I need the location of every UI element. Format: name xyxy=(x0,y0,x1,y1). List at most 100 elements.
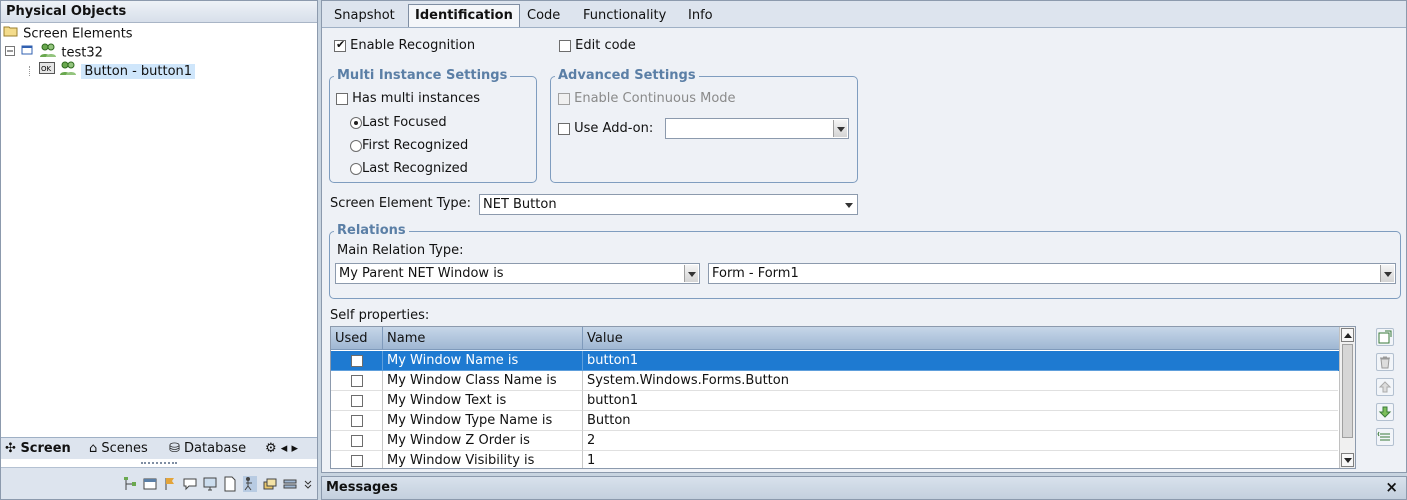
continuous-mode-label: Enable Continuous Mode xyxy=(574,91,736,106)
radio-first-recognized-label: First Recognized xyxy=(362,138,469,153)
tree-structure-icon[interactable] xyxy=(123,476,137,492)
edit-code-checkbox[interactable]: Edit code xyxy=(559,38,636,53)
enable-recognition-checkbox[interactable]: Enable Recognition xyxy=(334,38,475,53)
chevron-down-icon[interactable] xyxy=(833,120,847,137)
tab-functionality[interactable]: Functionality xyxy=(577,5,672,28)
vertical-scrollbar[interactable] xyxy=(1339,327,1355,468)
tab-overflow[interactable]: ⚙ ◂ ▸ xyxy=(265,440,298,458)
use-addon-checkbox[interactable]: Use Add-on: xyxy=(558,121,653,136)
used-cell[interactable] xyxy=(331,451,383,468)
value-cell[interactable]: System.Windows.Forms.Button xyxy=(583,371,1338,391)
move-down-icon[interactable] xyxy=(1376,403,1394,421)
value-cell[interactable]: 1 xyxy=(583,451,1338,468)
messages-title: Messages xyxy=(326,480,398,495)
scroll-down-button[interactable] xyxy=(1341,453,1354,467)
scroll-thumb[interactable] xyxy=(1342,344,1353,438)
name-cell: My Window Text is xyxy=(383,391,583,411)
used-cell[interactable] xyxy=(331,411,383,431)
delete-icon[interactable] xyxy=(1376,353,1394,371)
flag-icon[interactable] xyxy=(163,476,177,492)
used-checkbox[interactable] xyxy=(350,414,363,427)
chat-icon[interactable] xyxy=(183,476,197,492)
use-addon-check[interactable] xyxy=(558,122,570,135)
monitor-icon[interactable] xyxy=(203,476,217,492)
radio-last-focused-dot[interactable] xyxy=(350,116,362,129)
value-cell[interactable]: button1 xyxy=(583,391,1338,411)
column-value[interactable]: Value xyxy=(583,327,1338,350)
advanced-settings-group: Advanced Settings Enable Continuous Mode… xyxy=(550,68,858,183)
radio-last-recognized[interactable]: Last Recognized xyxy=(350,161,468,176)
used-checkbox[interactable] xyxy=(350,454,363,467)
used-cell[interactable] xyxy=(331,371,383,391)
page-icon[interactable] xyxy=(223,476,237,492)
move-up-icon[interactable] xyxy=(1376,378,1394,396)
relations-group: Relations Main Relation Type: My Parent … xyxy=(329,223,1401,299)
table-row[interactable]: My Window Text is button1 xyxy=(331,391,1355,411)
screen-element-type-dropdown[interactable]: NET Button xyxy=(479,194,858,215)
radio-last-recognized-label: Last Recognized xyxy=(362,161,468,176)
value-cell[interactable]: Button xyxy=(583,411,1338,431)
used-cell[interactable] xyxy=(331,431,383,451)
tree-node-test32[interactable]: test32 xyxy=(5,42,103,62)
tree-leaf-button1[interactable]: OK Button - button1 xyxy=(29,60,196,79)
chevron-down-icon[interactable] xyxy=(1380,265,1394,282)
tab-scenes[interactable]: ⌂ Scenes xyxy=(89,440,148,458)
tree-root[interactable]: Screen Elements xyxy=(3,24,133,42)
gear-icon: ⚙ xyxy=(265,441,277,456)
tab-code[interactable]: Code xyxy=(521,5,566,28)
table-row[interactable]: My Window Name isbutton1 xyxy=(331,351,1355,373)
scroll-up-button[interactable] xyxy=(1341,328,1354,342)
more-options-icon[interactable] xyxy=(303,476,317,492)
tab-database[interactable]: ⛁ Database xyxy=(169,440,246,458)
add-property-icon[interactable] xyxy=(1376,328,1394,346)
continuous-mode-checkbox[interactable]: Enable Continuous Mode xyxy=(558,91,736,106)
main-relation-label: Main Relation Type: xyxy=(337,243,464,258)
used-checkbox[interactable] xyxy=(350,374,363,387)
tab-identification[interactable]: Identification xyxy=(408,4,520,27)
used-checkbox[interactable] xyxy=(350,394,363,407)
enable-recognition-check[interactable] xyxy=(334,38,346,52)
used-cell[interactable] xyxy=(331,351,383,373)
table-row[interactable]: My Window Type Name is Button xyxy=(331,411,1355,431)
left-panel-tabs: ✣ Screen ⌂ Scenes ⛁ Database ⚙ ◂ ▸ xyxy=(1,437,317,459)
relation-type-dropdown[interactable]: My Parent NET Window is xyxy=(335,263,700,284)
relation-target-dropdown[interactable]: Form - Form1 xyxy=(708,263,1396,284)
addon-dropdown[interactable] xyxy=(665,118,849,139)
used-checkbox[interactable] xyxy=(350,434,363,447)
scroll-left-icon[interactable]: ◂ xyxy=(281,441,288,456)
enable-recognition-label: Enable Recognition xyxy=(350,38,476,53)
collapse-icon[interactable] xyxy=(5,44,15,62)
used-cell[interactable] xyxy=(331,391,383,411)
value-cell[interactable]: 2 xyxy=(583,431,1338,451)
reorder-icon[interactable] xyxy=(1376,428,1394,446)
radio-first-recognized[interactable]: First Recognized xyxy=(350,138,468,153)
table-row[interactable]: My Window Z Order is 2 xyxy=(331,431,1355,451)
splitter-grip[interactable] xyxy=(141,462,177,466)
radio-last-focused[interactable]: Last Focused xyxy=(350,115,447,130)
table-row[interactable]: My Window Visibility is 1 xyxy=(331,451,1355,468)
tab-snapshot[interactable]: Snapshot xyxy=(328,5,401,28)
radio-last-recognized-dot[interactable] xyxy=(350,162,362,175)
scroll-right-icon[interactable]: ▸ xyxy=(291,441,298,456)
stack-icon[interactable] xyxy=(283,476,297,492)
column-name[interactable]: Name xyxy=(383,327,583,350)
edit-code-check[interactable] xyxy=(559,39,571,52)
tab-screen[interactable]: ✣ Screen xyxy=(5,440,71,458)
has-multi-checkbox[interactable]: Has multi instances xyxy=(336,91,480,106)
window-list-icon[interactable] xyxy=(143,476,157,492)
value-cell[interactable]: button1 xyxy=(583,351,1338,371)
run-icon[interactable] xyxy=(243,476,257,492)
tab-info[interactable]: Info xyxy=(682,5,719,28)
chevron-down-icon[interactable] xyxy=(684,265,698,282)
column-used[interactable]: Used xyxy=(331,327,383,350)
close-icon[interactable]: × xyxy=(1385,478,1398,496)
has-multi-check[interactable] xyxy=(336,92,348,105)
used-checkbox[interactable] xyxy=(350,353,363,373)
table-row[interactable]: My Window Class Name is System.Windows.Fo… xyxy=(331,371,1355,391)
layers-icon[interactable] xyxy=(263,476,277,492)
use-addon-label: Use Add-on: xyxy=(574,121,654,136)
continuous-mode-check[interactable] xyxy=(558,92,570,105)
physical-objects-panel: Physical Objects Screen Elements test32 … xyxy=(0,0,318,500)
radio-first-recognized-dot[interactable] xyxy=(350,139,362,152)
chevron-down-icon[interactable] xyxy=(842,196,856,213)
